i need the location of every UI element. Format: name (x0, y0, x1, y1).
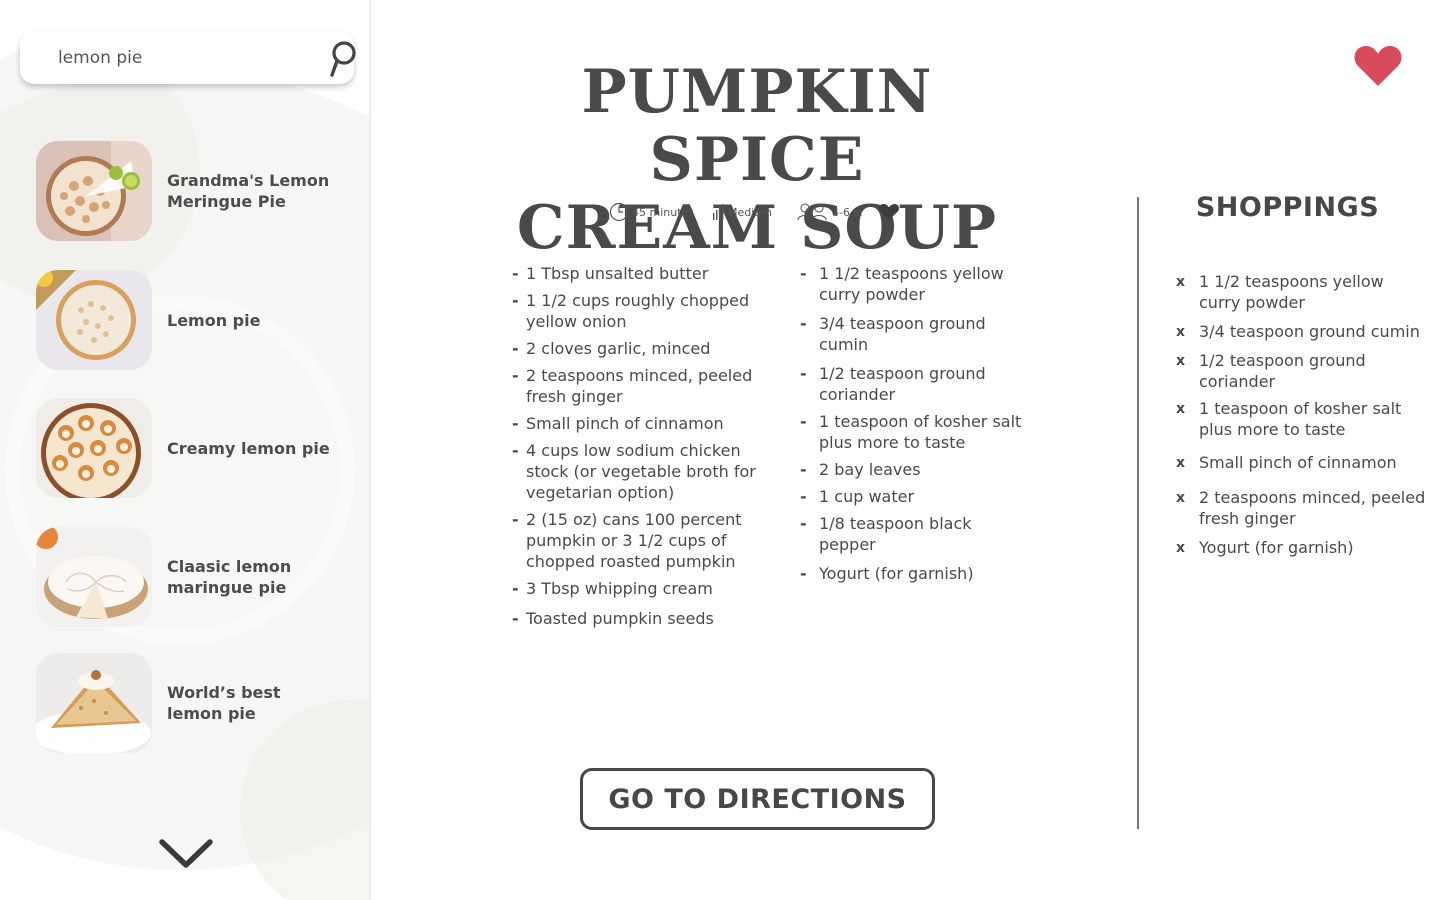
meta-servings: 4-6 ± (797, 202, 863, 222)
recipe-thumbnail (36, 527, 152, 627)
ingredient-item: 2 (15 oz) cans 100 percent pumpkin or 3 … (512, 509, 767, 572)
ingredients-column-1: 1 Tbsp unsalted butter 1 1/2 cups roughl… (512, 263, 767, 635)
servings-text: 4-6 ± (832, 205, 863, 219)
recipe-thumbnail (36, 398, 152, 498)
result-label: Creamy lemon pie (167, 438, 330, 458)
go-to-directions-button[interactable]: GO TO DIRECTIONS (580, 768, 935, 830)
shopping-item-text: 1 1/2 teaspoons yellow curry powder (1199, 272, 1384, 312)
result-item[interactable]: Creamy lemon pie (36, 398, 346, 498)
result-label: Claasic lemon maringue pie (167, 557, 292, 597)
title-line-1: PUMPKIN SPICE (581, 57, 933, 195)
shopping-item: x Yogurt (for garnish) (1176, 537, 1426, 558)
result-item[interactable]: Lemon pie (36, 270, 346, 370)
ingredient-item: 1 teaspoon of kosher salt plus more to t… (800, 411, 1025, 453)
ingredient-item: 4 cups low sodium chicken stock (or vege… (512, 440, 767, 503)
chevron-down-icon[interactable] (158, 836, 214, 870)
shopping-item-text: 2 teaspoons minced, peeled fresh ginger (1199, 488, 1426, 528)
ingredient-item: 1 1/2 cups roughly chopped yellow onion (512, 290, 767, 332)
shopping-item-text: Yogurt (for garnish) (1199, 538, 1354, 557)
shopping-item-text: 1/2 teaspoon ground coriander (1199, 351, 1366, 391)
shopping-title: SHOPPINGS (1195, 192, 1380, 223)
shopping-item: x 3/4 teaspoon ground cumin (1176, 321, 1426, 342)
remove-item-icon[interactable]: x (1176, 272, 1185, 293)
ingredient-item: Toasted pumpkin seeds (512, 608, 767, 629)
search-icon[interactable] (327, 40, 359, 78)
servings-icon (797, 203, 827, 221)
shopping-list: x 1 1/2 teaspoons yellow curry powder x … (1176, 271, 1426, 566)
remove-item-icon[interactable]: x (1176, 488, 1185, 509)
ingredient-item: 1 Tbsp unsalted butter (512, 263, 767, 284)
remove-item-icon[interactable]: x (1176, 322, 1185, 343)
shopping-item: x 1 1/2 teaspoons yellow curry powder (1176, 271, 1426, 313)
shopping-item: x Small pinch of cinnamon (1176, 452, 1426, 473)
recipe-thumbnail (36, 270, 152, 370)
meta-difficulty: Medium (713, 202, 772, 222)
ingredient-item: 2 teaspoons minced, peeled fresh ginger (512, 365, 767, 407)
favorite-heart-icon[interactable] (1353, 44, 1403, 88)
ingredient-item: 3 Tbsp whipping cream (512, 578, 767, 599)
result-item[interactable]: Claasic lemon maringue pie (36, 527, 346, 627)
ingredients-column-2: 1 1/2 teaspoons yellow curry powder 3/4 … (800, 263, 1025, 592)
remove-item-icon[interactable]: x (1176, 399, 1185, 420)
result-item[interactable]: World’s best lemon pie (36, 653, 346, 753)
search-input[interactable] (58, 45, 298, 71)
ingredient-item: 2 bay leaves (800, 459, 1025, 480)
result-item[interactable]: Grandma's Lemon Meringue Pie (36, 141, 346, 241)
column-divider (1137, 197, 1139, 829)
remove-item-icon[interactable]: x (1176, 453, 1185, 474)
shopping-item: x 2 teaspoons minced, peeled fresh ginge… (1176, 487, 1426, 529)
ingredient-item: Yogurt (for garnish) (800, 563, 1025, 584)
search-bar (20, 31, 356, 84)
sidebar: Grandma's Lemon Meringue Pie Lemon pie (0, 0, 371, 900)
ingredient-item: 1 cup water (800, 486, 1025, 507)
clock-icon (609, 202, 629, 222)
meta-time: 45 minutes (609, 202, 694, 222)
result-label: World’s best lemon pie (167, 683, 281, 723)
remove-item-icon[interactable]: x (1176, 538, 1185, 559)
ingredient-item: 1/8 teaspoon black pepper (800, 513, 1025, 555)
shopping-item-text: Small pinch of cinnamon (1199, 453, 1397, 472)
result-label: Grandma's Lemon Meringue Pie (167, 171, 330, 211)
shopping-item-text: 1 teaspoon of kosher salt plus more to t… (1199, 399, 1402, 439)
ingredient-item: 2 cloves garlic, minced (512, 338, 767, 359)
recipe-thumbnail (36, 141, 152, 241)
ingredient-item: 1 1/2 teaspoons yellow curry powder (800, 263, 1025, 305)
shopping-item: x 1 teaspoon of kosher salt plus more to… (1176, 398, 1426, 440)
heart-icon[interactable] (878, 203, 900, 221)
result-label: Lemon pie (167, 310, 261, 330)
ingredient-item: Small pinch of cinnamon (512, 413, 767, 434)
shopping-item-text: 3/4 teaspoon ground cumin (1199, 322, 1420, 341)
difficulty-icon (713, 204, 724, 220)
recipe-thumbnail (36, 653, 152, 753)
shopping-item: x 1/2 teaspoon ground coriander (1176, 350, 1426, 392)
difficulty-text: Medium (728, 205, 772, 219)
time-text: 45 minutes (632, 205, 695, 219)
remove-item-icon[interactable]: x (1176, 351, 1185, 372)
recipe-title: PUMPKIN SPICE CREAM SOUP (487, 58, 1027, 262)
ingredient-item: 1/2 teaspoon ground coriander (800, 363, 1025, 405)
ingredient-item: 3/4 teaspoon ground cumin (800, 313, 1025, 355)
